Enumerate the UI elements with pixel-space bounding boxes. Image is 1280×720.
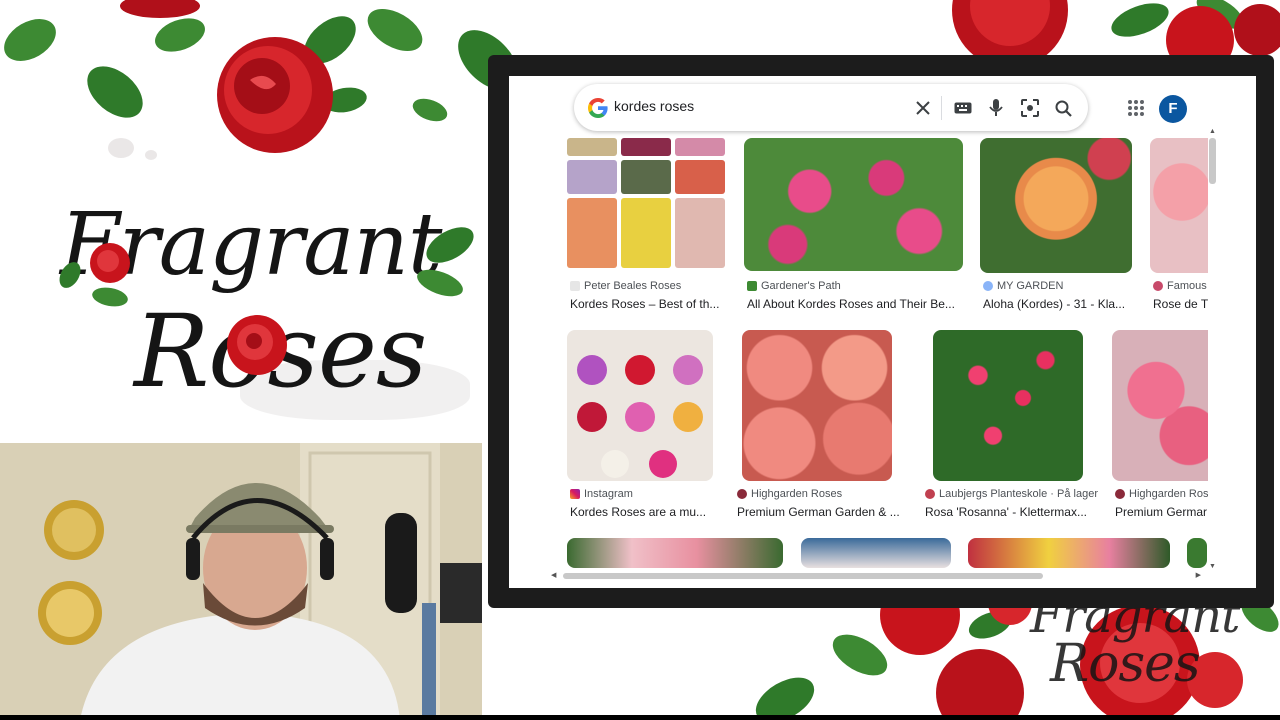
source-favicon <box>570 281 580 291</box>
image-result-card[interactable] <box>968 538 1170 568</box>
scroll-down-arrow[interactable]: ▼ <box>1209 563 1216 570</box>
image-thumbnail[interactable] <box>1187 538 1207 568</box>
result-title[interactable]: Premium Germar <box>1115 505 1208 519</box>
lens-icon[interactable] <box>1018 96 1042 120</box>
scroll-up-arrow[interactable]: ▲ <box>1209 128 1216 135</box>
microphone-icon[interactable] <box>984 96 1008 120</box>
result-source: Gardener's Path <box>747 280 841 292</box>
image-thumbnail[interactable] <box>933 330 1083 481</box>
search-divider <box>941 96 942 120</box>
image-result-card[interactable]: Highgarden Roses Premium German Garden &… <box>734 330 909 520</box>
image-thumbnail-collage[interactable] <box>567 138 725 268</box>
result-title[interactable]: Rosa 'Rosanna' - Klettermax... <box>925 505 1097 519</box>
source-favicon <box>737 489 747 499</box>
image-result-card[interactable]: Peter Beales Roses Kordes Roses – Best o… <box>567 138 727 316</box>
result-source: Instagram <box>570 488 633 500</box>
fragrant-roses-logo: Fragrant Roses <box>50 185 490 425</box>
image-thumbnail[interactable] <box>1112 330 1208 481</box>
rose-decoration-top-left <box>4 0 518 153</box>
webcam-presenter-image <box>0 443 482 720</box>
image-thumbnail[interactable] <box>567 538 783 568</box>
source-favicon <box>747 281 757 291</box>
result-source: Highgarden Rose <box>1115 488 1208 500</box>
result-title[interactable]: Rose de T <box>1153 297 1208 311</box>
result-source: Famous <box>1153 280 1207 292</box>
result-source: Laubjergs Planteskole · På lager <box>925 488 1098 500</box>
image-result-card[interactable]: MY GARDEN Aloha (Kordes) - 31 - Kla... <box>980 138 1133 316</box>
image-thumbnail[interactable] <box>980 138 1132 273</box>
result-title[interactable]: Kordes Roses are a mu... <box>570 505 716 519</box>
image-result-card[interactable] <box>567 538 785 568</box>
image-result-card[interactable] <box>1187 538 1207 568</box>
search-icon[interactable] <box>1051 96 1075 120</box>
apps-grid-icon[interactable] <box>1124 96 1148 120</box>
source-favicon <box>983 281 993 291</box>
corner-logo-line-2: Roses <box>1050 634 1201 694</box>
vertical-scrollbar[interactable]: ▲ ▼ <box>1208 128 1216 570</box>
result-title[interactable]: Aloha (Kordes) - 31 - Kla... <box>983 297 1133 311</box>
image-thumbnail[interactable] <box>742 330 892 481</box>
scroll-left-arrow[interactable]: ◀ <box>551 571 556 579</box>
clear-icon[interactable] <box>911 96 935 120</box>
image-result-card[interactable]: Gardener's Path All About Kordes Roses a… <box>744 138 964 316</box>
image-thumbnail[interactable] <box>567 330 713 481</box>
horizontal-scroll-thumb[interactable] <box>563 573 1043 579</box>
image-result-card[interactable]: Laubjergs Planteskole · På lager Rosa 'R… <box>922 330 1098 520</box>
keyboard-icon[interactable] <box>951 96 975 120</box>
source-favicon <box>1153 281 1163 291</box>
source-favicon <box>925 489 935 499</box>
browser-window: kordes roses F Peter Beales Roses Kordes… <box>509 76 1256 588</box>
result-title[interactable]: All About Kordes Roses and Their Be... <box>747 297 963 311</box>
image-thumbnail[interactable] <box>801 538 951 568</box>
google-g-icon <box>588 98 608 118</box>
image-result-card[interactable] <box>801 538 951 568</box>
result-source: Highgarden Roses <box>737 488 842 500</box>
horizontal-scrollbar[interactable]: ◀ ▶ <box>551 572 1201 580</box>
bottom-edge-bar <box>0 715 1280 720</box>
webcam-feed <box>0 443 482 720</box>
rose-zone-chart-thumbnail <box>577 355 703 478</box>
source-favicon <box>570 489 580 499</box>
result-source: Peter Beales Roses <box>570 280 681 292</box>
result-title[interactable]: Premium German Garden & ... <box>737 505 909 519</box>
image-result-card[interactable]: Instagram Kordes Roses are a mu... <box>567 330 717 520</box>
image-result-card[interactable]: Highgarden Rose Premium Germar <box>1112 330 1208 520</box>
logo-rose-ornaments <box>59 227 474 375</box>
image-thumbnail[interactable] <box>968 538 1170 568</box>
image-result-card[interactable]: Famous Rose de T <box>1150 138 1208 316</box>
image-thumbnail[interactable] <box>1150 138 1208 273</box>
vertical-scroll-thumb[interactable] <box>1209 138 1216 184</box>
result-title[interactable]: Kordes Roses – Best of th... <box>570 297 726 311</box>
account-avatar[interactable]: F <box>1159 95 1187 123</box>
image-thumbnail[interactable] <box>744 138 963 271</box>
result-source: MY GARDEN <box>983 280 1063 292</box>
scroll-right-arrow[interactable]: ▶ <box>1196 571 1201 579</box>
source-favicon <box>1115 489 1125 499</box>
search-query[interactable]: kordes roses <box>614 98 694 114</box>
search-bar[interactable]: kordes roses <box>574 84 1088 131</box>
